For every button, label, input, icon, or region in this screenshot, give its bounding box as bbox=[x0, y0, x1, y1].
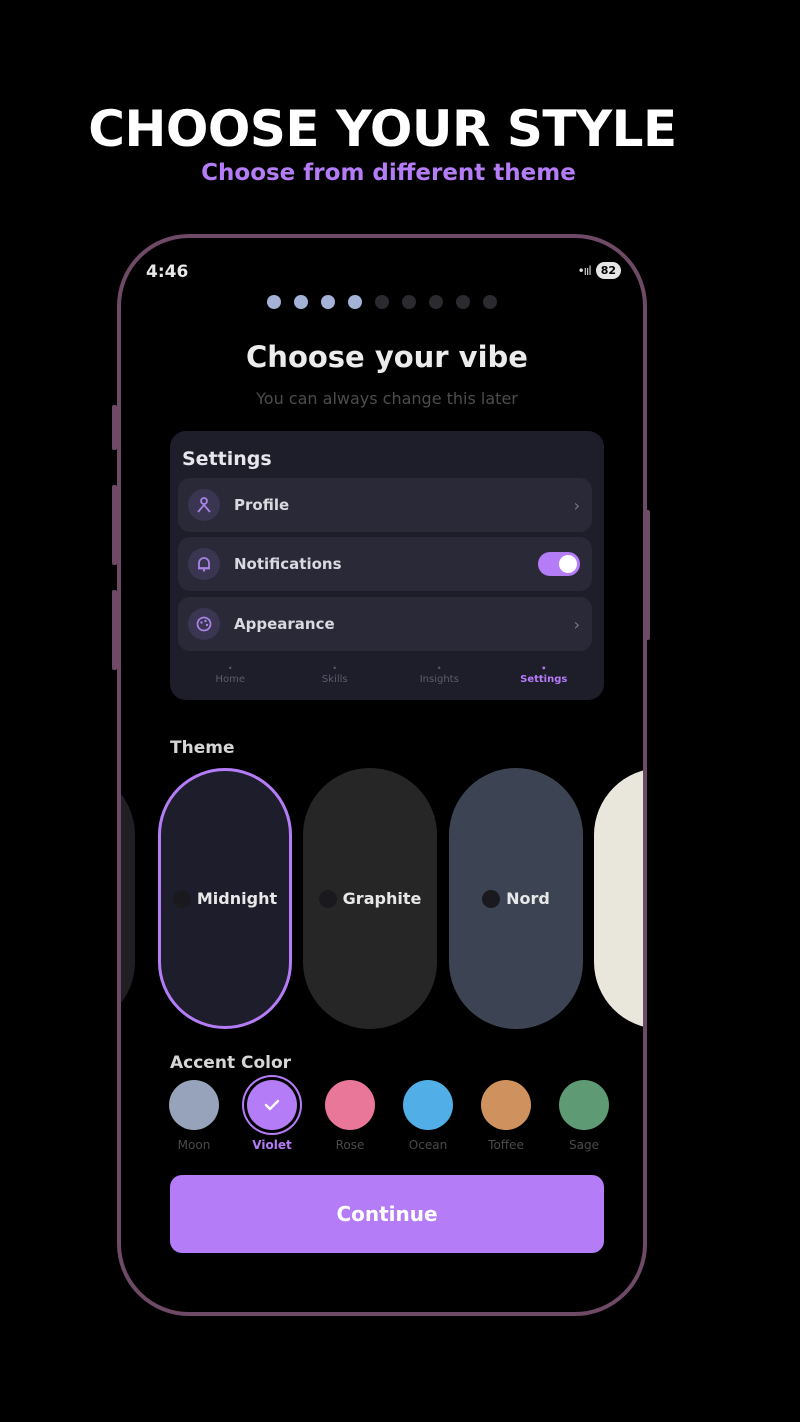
progress-dot bbox=[321, 295, 335, 309]
accent-label: Sage bbox=[569, 1138, 599, 1152]
preview-row-label: Profile bbox=[234, 496, 290, 514]
preview-tab-home: Home bbox=[178, 660, 283, 694]
accent-swatch[interactable] bbox=[481, 1080, 531, 1130]
phone-frame: 4:46 •ııl 82 Choose your vibe You can al… bbox=[117, 234, 647, 1316]
promo-subheadline: Choose from different theme bbox=[201, 160, 576, 186]
theme-label: Nord bbox=[506, 889, 550, 908]
progress-dot bbox=[348, 295, 362, 309]
continue-button[interactable]: Continue bbox=[170, 1175, 604, 1253]
preview-row-label: Appearance bbox=[234, 615, 335, 633]
preview-row-label: Notifications bbox=[234, 555, 342, 573]
accent-label: Toffee bbox=[488, 1138, 524, 1152]
chevron-right-icon: › bbox=[573, 495, 580, 515]
theme-option-midnight[interactable]: Midnight bbox=[158, 768, 292, 1029]
progress-dot bbox=[429, 295, 443, 309]
progress-dot bbox=[456, 295, 470, 309]
preview-tab-skills: Skills bbox=[283, 660, 388, 694]
status-time: 4:46 bbox=[146, 262, 189, 282]
accent-swatch[interactable] bbox=[559, 1080, 609, 1130]
theme-option-nord[interactable]: Nord bbox=[449, 768, 583, 1029]
preview-tab-bar: Home Skills Insights Settings bbox=[178, 660, 596, 694]
bell-icon bbox=[188, 548, 220, 580]
promo-headline: CHOOSE YOUR STYLE bbox=[88, 100, 677, 158]
accent-option-toffee[interactable]: Toffee bbox=[481, 1080, 531, 1152]
settings-preview-card: Settings Profile › Notifications Appeara… bbox=[170, 431, 604, 700]
theme-dot-icon bbox=[482, 889, 501, 908]
accent-color-picker: Moon Violet Rose Ocean Toffee Sage bbox=[169, 1080, 609, 1152]
accent-swatch[interactable] bbox=[403, 1080, 453, 1130]
accent-option-rose[interactable]: Rose bbox=[325, 1080, 375, 1152]
theme-option-partial-left[interactable] bbox=[121, 768, 135, 1029]
theme-option-partial-right[interactable] bbox=[594, 768, 643, 1029]
progress-dot bbox=[402, 295, 416, 309]
accent-swatch[interactable] bbox=[247, 1080, 297, 1130]
notifications-toggle bbox=[538, 552, 580, 576]
preview-title: Settings bbox=[182, 448, 272, 470]
preview-row-profile: Profile › bbox=[178, 478, 592, 532]
screen-subtitle: You can always change this later bbox=[256, 389, 518, 408]
progress-dot bbox=[483, 295, 497, 309]
check-icon bbox=[264, 1099, 280, 1111]
preview-row-notifications: Notifications bbox=[178, 537, 592, 591]
preview-tab-settings: Settings bbox=[492, 660, 597, 694]
theme-label: Midnight bbox=[196, 889, 278, 908]
accent-label: Moon bbox=[177, 1138, 211, 1152]
accent-option-sage[interactable]: Sage bbox=[559, 1080, 609, 1152]
battery-icon: 82 bbox=[595, 262, 621, 279]
accent-option-ocean[interactable]: Ocean bbox=[403, 1080, 453, 1152]
theme-dot-icon bbox=[318, 889, 337, 908]
accent-option-violet[interactable]: Violet bbox=[247, 1080, 297, 1152]
chevron-right-icon: › bbox=[573, 614, 580, 634]
accent-swatch[interactable] bbox=[325, 1080, 375, 1130]
screen-title: Choose your vibe bbox=[246, 340, 528, 374]
accent-label: Rose bbox=[335, 1138, 365, 1152]
accent-label: Ocean bbox=[408, 1138, 448, 1152]
person-icon bbox=[188, 489, 220, 521]
theme-dot-icon bbox=[172, 889, 191, 908]
theme-label: Graphite bbox=[342, 889, 422, 908]
progress-dot bbox=[267, 295, 281, 309]
preview-tab-insights: Insights bbox=[387, 660, 492, 694]
accent-option-moon[interactable]: Moon bbox=[169, 1080, 219, 1152]
theme-section-label: Theme bbox=[170, 738, 235, 758]
accent-label: Violet bbox=[252, 1138, 292, 1152]
theme-option-graphite[interactable]: Graphite bbox=[303, 768, 437, 1029]
signal-icon: •ııl bbox=[577, 263, 592, 278]
status-icons: •ııl 82 bbox=[578, 262, 621, 279]
palette-icon bbox=[188, 608, 220, 640]
theme-carousel[interactable]: Midnight Graphite Nord bbox=[121, 768, 643, 1033]
progress-dot bbox=[294, 295, 308, 309]
preview-row-appearance: Appearance › bbox=[178, 597, 592, 651]
onboarding-progress-dots bbox=[121, 295, 643, 309]
progress-dot bbox=[375, 295, 389, 309]
accent-swatch[interactable] bbox=[169, 1080, 219, 1130]
accent-section-label: Accent Color bbox=[170, 1053, 292, 1073]
